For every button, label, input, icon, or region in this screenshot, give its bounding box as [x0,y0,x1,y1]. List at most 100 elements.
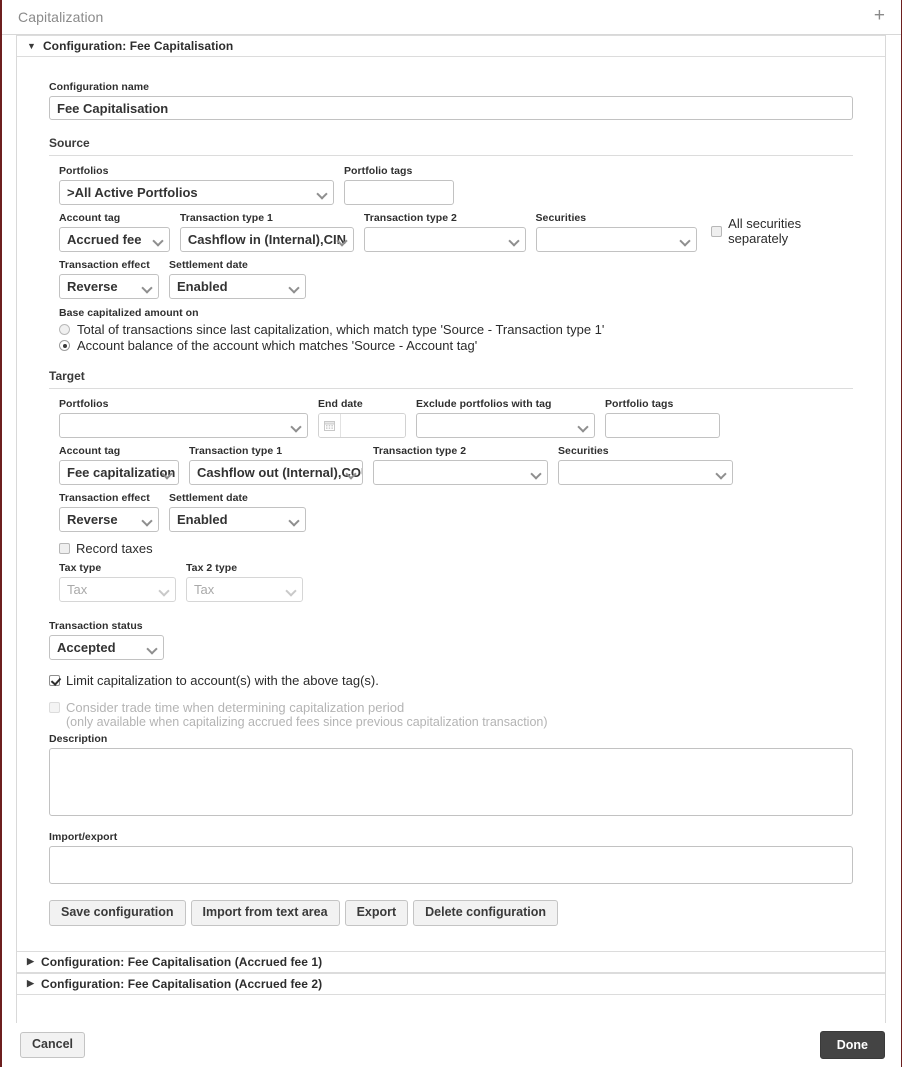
capitalization-dialog: Capitalization + ▼ Configuration: Fee Ca… [0,0,902,1067]
target-fields: Portfolios End date Exclude portfolios w… [49,398,853,602]
import-export-label: Import/export [49,831,118,843]
all-securities-separately-label: All securities separately [728,216,802,246]
delete-configuration-button[interactable]: Delete configuration [413,900,558,926]
source-settlement-date-label: Settlement date [169,259,248,271]
transaction-status-select[interactable]: Accepted [49,635,164,660]
limit-capitalization-checkbox[interactable] [49,675,60,686]
source-settlement-date-select[interactable]: Enabled [169,274,306,299]
source-account-tag-group: Account tag Accrued fee [59,212,170,252]
target-transaction-effect-select[interactable]: Reverse [59,507,159,532]
chevron-down-icon [148,645,157,651]
source-settlement-date-group: Settlement date Enabled [169,259,306,299]
transaction-status-group: Transaction status Accepted [49,620,164,660]
tax-type-group: Tax type Tax [59,562,176,602]
tax-type-row: Tax type Tax Tax 2 type Tax [59,562,853,602]
triangle-right-icon: ▶ [27,978,34,989]
description-group: Description [49,733,853,819]
dialog-scroll-area[interactable]: ▼ Configuration: Fee Capitalisation Conf… [16,35,886,1023]
radio-account-balance-label: Account balance of the account which mat… [77,338,478,353]
record-taxes-checkbox[interactable] [59,543,70,554]
target-end-date-field[interactable] [318,413,406,438]
consider-trade-time-sub: (only available when capitalizing accrue… [66,715,548,729]
description-textarea[interactable] [49,748,853,816]
chevron-down-icon [154,237,163,243]
export-button[interactable]: Export [344,900,409,926]
cancel-button[interactable]: Cancel [20,1032,85,1058]
target-account-tag-select[interactable]: Fee capitalization [59,460,179,485]
source-portfolio-tags-input[interactable] [344,180,454,205]
target-end-date-label: End date [318,398,363,410]
tax-type-label: Tax type [59,562,102,574]
accordion-label: Configuration: Fee Capitalisation (Accru… [40,954,323,969]
source-transaction-effect-value: Reverse [67,279,118,294]
configuration-name-group: Configuration name [35,81,867,120]
target-exclude-portfolios-select[interactable] [416,413,595,438]
bottom-fields: Transaction status Accepted Limit capita… [35,620,867,941]
import-from-text-area-button[interactable]: Import from text area [190,900,340,926]
accordion-header-fee-capitalisation[interactable]: ▼ Configuration: Fee Capitalisation [17,35,885,57]
transaction-status-value: Accepted [57,640,116,655]
target-portfolios-select[interactable] [59,413,308,438]
configuration-name-input[interactable] [49,96,853,120]
limit-capitalization-row[interactable]: Limit capitalization to account(s) with … [49,673,853,688]
accordion-header-accrued-fee-1[interactable]: ▶ Configuration: Fee Capitalisation (Acc… [17,950,885,973]
plus-icon[interactable]: + [872,6,887,28]
source-securities-select[interactable] [535,227,698,252]
target-transaction-type-1-select[interactable]: Cashflow out (Internal),COUT [189,460,363,485]
accordion-body-fee-capitalisation: Configuration name Source Portfolios [17,57,885,951]
target-account-tag-group: Account tag Fee capitalization [59,445,179,485]
target-securities-select[interactable] [558,460,733,485]
record-taxes-row[interactable]: Record taxes [59,541,853,556]
target-settlement-date-select[interactable]: Enabled [169,507,306,532]
chevron-down-icon [318,190,327,196]
radio-account-balance[interactable] [59,340,70,351]
source-divider [49,155,853,156]
tax-type-select[interactable]: Tax [59,577,176,602]
consider-trade-time-row: Consider trade time when determining cap… [49,700,853,729]
target-effect-row: Transaction effect Reverse Settlement da… [59,492,853,532]
calendar-icon[interactable] [319,414,341,437]
accordion-header-accrued-fee-2[interactable]: ▶ Configuration: Fee Capitalisation (Acc… [17,972,885,995]
source-transaction-type-1-group: Transaction type 1 Cashflow in (Internal… [179,212,354,252]
target-transaction-effect-group: Transaction effect Reverse [59,492,159,532]
target-settlement-date-value: Enabled [177,512,228,527]
source-transaction-type-2-select[interactable] [363,227,526,252]
tax-2-type-group: Tax 2 type Tax [186,562,303,602]
page-title: Capitalization [18,9,104,25]
base-capitalized-amount-label: Base capitalized amount on [59,307,199,319]
target-transaction-type-1-label: Transaction type 1 [189,445,283,457]
target-transaction-type-2-select[interactable] [373,460,548,485]
consider-trade-time-text: Consider trade time when determining cap… [66,700,548,729]
source-transaction-effect-label: Transaction effect [59,259,150,271]
target-type-row: Account tag Fee capitalization Transacti… [59,445,853,485]
source-transaction-effect-group: Transaction effect Reverse [59,259,159,299]
target-section: Target Portfolios End date Exclude portf… [35,369,867,602]
source-portfolios-select[interactable]: >All Active Portfolios [59,180,334,205]
radio-total-transactions[interactable] [59,324,70,335]
source-transaction-type-1-select[interactable]: Cashflow in (Internal),CIN [179,227,354,252]
accordion-label: Configuration: Fee Capitalisation (Accru… [40,976,323,991]
all-securities-separately-checkbox[interactable] [711,225,723,237]
source-transaction-type-1-value: Cashflow in (Internal),CIN [187,232,347,247]
tax-2-type-select[interactable]: Tax [186,577,303,602]
chevron-down-icon [290,517,299,523]
source-transaction-effect-select[interactable]: Reverse [59,274,159,299]
source-account-tag-select[interactable]: Accrued fee [59,227,170,252]
chevron-down-icon [143,517,152,523]
chevron-down-icon [717,470,726,476]
configuration-name-label: Configuration name [49,81,150,93]
target-transaction-type-2-label: Transaction type 2 [373,445,467,457]
dialog-scroll-wrapper: ▼ Configuration: Fee Capitalisation Conf… [2,35,901,1067]
chevron-down-icon [287,587,296,593]
save-configuration-button[interactable]: Save configuration [49,900,186,926]
import-export-textarea[interactable] [49,846,853,884]
vertical-scrollbar[interactable] [886,35,901,1023]
source-portfolio-tags-group: Portfolio tags [344,165,454,205]
base-amount-option-account-balance[interactable]: Account balance of the account which mat… [59,338,853,353]
source-all-securities-group[interactable]: All securities separately [711,216,853,251]
target-end-date-input[interactable] [341,414,405,437]
chevron-down-icon [510,237,519,243]
done-button[interactable]: Done [819,1031,885,1059]
base-amount-option-transactions[interactable]: Total of transactions since last capital… [59,322,853,337]
target-portfolio-tags-input[interactable] [605,413,720,438]
